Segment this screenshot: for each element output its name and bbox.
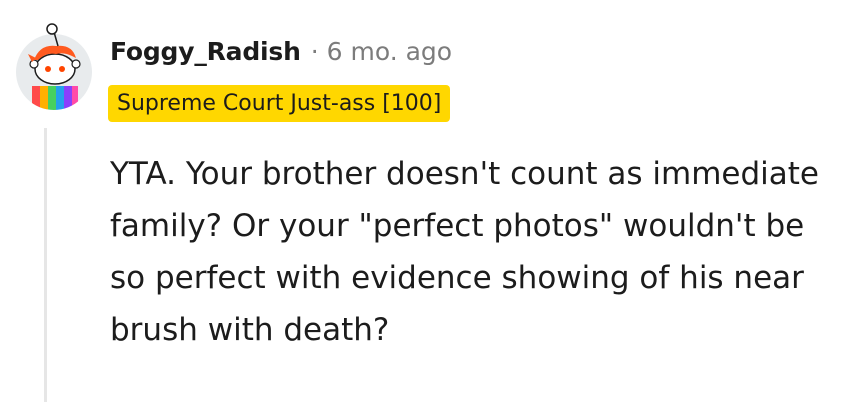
timestamp-link[interactable]: 6 mo. ago: [327, 37, 452, 66]
username-link[interactable]: Foggy_Radish: [110, 37, 301, 66]
snoo-avatar-icon[interactable]: [14, 14, 98, 116]
comment-meta: Foggy_Radish · 6 mo. ago: [110, 33, 452, 69]
comment: Foggy_Radish · 6 mo. ago Supreme Court J…: [0, 0, 860, 402]
comment-body: YTA. Your brother doesn't count as immed…: [110, 156, 820, 348]
user-flair: Supreme Court Just-ass [100]: [108, 85, 451, 122]
meta-separator: ·: [310, 36, 319, 66]
thread-line[interactable]: [44, 128, 47, 402]
